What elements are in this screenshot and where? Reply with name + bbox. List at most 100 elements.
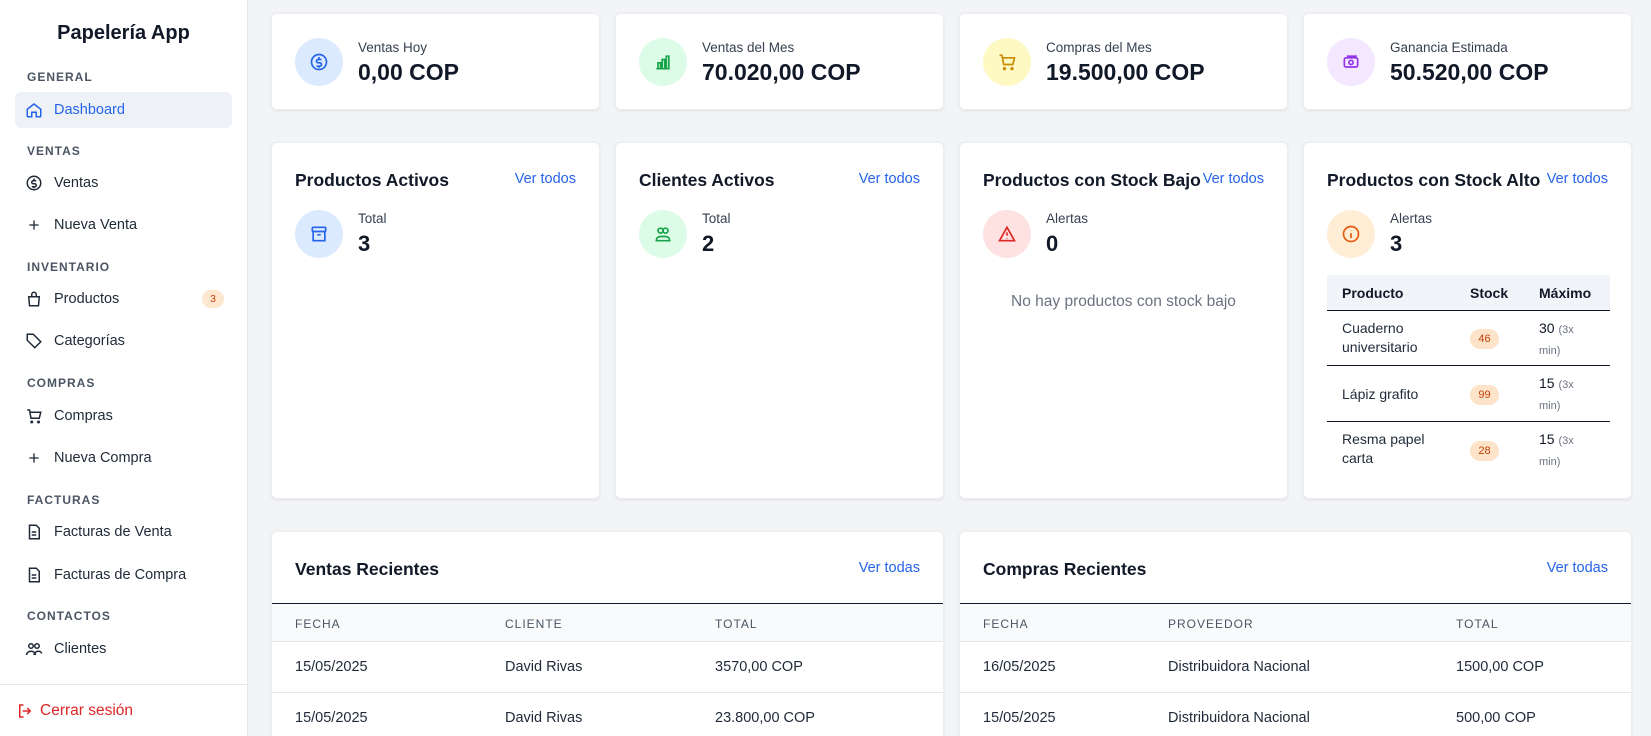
panel-title: Clientes Activos	[639, 170, 775, 190]
cell-cliente: David Rivas	[505, 710, 583, 726]
panel-title: Productos con Stock Bajo	[983, 170, 1201, 190]
table-row: Cuaderno universitario 46 30 (3x min)	[1327, 311, 1610, 366]
panel-value: 3	[358, 231, 371, 256]
panel-value: 0	[1046, 231, 1059, 256]
header-total: TOTAL	[1456, 617, 1499, 631]
product-name: Lápiz grafito	[1342, 386, 1419, 402]
sidebar-item-label: Compras	[54, 408, 113, 424]
stat-card-ventas-hoy: Ventas Hoy 0,00 COP	[271, 13, 600, 110]
cell-fecha: 15/05/2025	[295, 659, 368, 675]
stat-label: Compras del Mes	[1046, 40, 1152, 55]
sidebar-item-label: Categorías	[54, 333, 125, 349]
panel-label: Total	[702, 211, 731, 226]
table-row[interactable]: 16/05/2025 Distribuidora Nacional 1500,0…	[960, 643, 1631, 693]
cart-icon	[25, 407, 43, 425]
stat-label: Ventas del Mes	[702, 40, 795, 55]
sidebar: Papelería App GENERAL Dashboard VENTAS V…	[0, 0, 248, 736]
ver-todas-compras-link[interactable]: Ver todas	[1547, 560, 1608, 576]
product-name: Cuaderno universitario	[1342, 320, 1418, 355]
header-cliente: CLIENTE	[505, 617, 563, 631]
table-row[interactable]: 15/05/2025 David Rivas 3570,00 COP	[272, 643, 943, 693]
stat-value: 19.500,00 COP	[1046, 59, 1205, 85]
header-maximo: Máximo	[1539, 285, 1592, 301]
sidebar-item-nueva-venta[interactable]: Nueva Venta	[15, 207, 232, 243]
logout-button[interactable]: Cerrar sesión	[16, 702, 133, 720]
section-label-contactos: CONTACTOS	[27, 609, 111, 623]
sidebar-divider	[0, 684, 248, 685]
panel-value: 3	[1390, 231, 1403, 256]
panel-title: Productos Activos	[295, 170, 449, 190]
stat-card-ganancia: Ganancia Estimada 50.520,00 COP	[1303, 13, 1632, 110]
max-value: 30 (3x min)	[1539, 320, 1574, 357]
header-total: TOTAL	[715, 617, 758, 631]
users-icon	[25, 640, 43, 658]
compras-table-header: FECHA PROVEEDOR TOTAL	[960, 603, 1631, 642]
section-label-compras: COMPRAS	[27, 376, 96, 390]
ver-todos-productos-link[interactable]: Ver todos	[515, 171, 576, 187]
bag-icon	[25, 290, 43, 308]
ventas-recientes-title: Ventas Recientes	[295, 559, 439, 579]
sidebar-item-dashboard[interactable]: Dashboard	[15, 92, 232, 128]
product-name: Resma papel carta	[1342, 431, 1425, 466]
panel-label: Alertas	[1046, 211, 1089, 226]
ver-todas-ventas-link[interactable]: Ver todas	[859, 560, 920, 576]
logout-label: Cerrar sesión	[40, 702, 134, 719]
sidebar-item-label: Facturas de Venta	[54, 524, 172, 540]
panel-stock-alto: Productos con Stock Alto Ver todos Alert…	[1303, 142, 1632, 499]
table-row[interactable]: 15/05/2025 David Rivas 23.800,00 COP	[272, 694, 943, 736]
stock-badge: 46	[1470, 329, 1499, 349]
panel-label: Total	[358, 211, 387, 226]
cell-proveedor: Distribuidora Nacional	[1168, 659, 1310, 675]
sidebar-item-clientes[interactable]: Clientes	[15, 631, 232, 667]
cart-icon	[983, 38, 1031, 86]
compras-recientes-title: Compras Recientes	[983, 559, 1147, 579]
stat-label: Ganancia Estimada	[1390, 40, 1508, 55]
cell-fecha: 15/05/2025	[295, 710, 368, 726]
cell-cliente: David Rivas	[505, 659, 583, 675]
stat-value: 70.020,00 COP	[702, 59, 861, 85]
plus-icon	[25, 449, 43, 467]
sidebar-item-label: Productos	[54, 291, 120, 307]
archive-icon	[295, 210, 343, 258]
productos-count-badge: 3	[202, 290, 224, 308]
section-label-general: GENERAL	[27, 70, 93, 84]
sidebar-item-facturas-compra[interactable]: Facturas de Compra	[15, 557, 232, 593]
panel-label: Alertas	[1390, 211, 1433, 226]
stat-card-ventas-mes: Ventas del Mes 70.020,00 COP	[615, 13, 944, 110]
empty-message: No hay productos con stock bajo	[1011, 293, 1236, 310]
table-row[interactable]: 15/05/2025 Distribuidora Nacional 500,00…	[960, 694, 1631, 736]
cell-proveedor: Distribuidora Nacional	[1168, 710, 1310, 726]
panel-clientes-activos: Clientes Activos Ver todos Total 2	[615, 142, 944, 499]
panel-title: Productos con Stock Alto	[1327, 170, 1541, 190]
section-label-inventario: INVENTARIO	[27, 260, 111, 274]
ver-todos-clientes-link[interactable]: Ver todos	[859, 171, 920, 187]
cell-total: 500,00 COP	[1456, 710, 1536, 726]
cell-fecha: 16/05/2025	[983, 659, 1056, 675]
sidebar-item-categorias[interactable]: Categorías	[15, 323, 232, 359]
sidebar-item-productos[interactable]: Productos 3	[15, 281, 232, 317]
header-fecha: FECHA	[983, 617, 1029, 631]
sidebar-item-facturas-venta[interactable]: Facturas de Venta	[15, 514, 232, 550]
document-icon	[25, 566, 43, 584]
stock-badge: 28	[1470, 441, 1499, 461]
sidebar-item-label: Clientes	[54, 641, 107, 657]
sidebar-item-label: Nueva Compra	[54, 450, 152, 466]
sidebar-item-ventas[interactable]: Ventas	[15, 165, 232, 201]
ver-todos-stock-alto-link[interactable]: Ver todos	[1547, 171, 1608, 187]
stat-value: 50.520,00 COP	[1390, 59, 1549, 85]
cell-total: 1500,00 COP	[1456, 659, 1544, 675]
sidebar-item-label: Dashboard	[54, 102, 125, 118]
panel-value: 2	[702, 231, 715, 256]
ver-todos-stock-bajo-link[interactable]: Ver todos	[1203, 171, 1264, 187]
header-stock: Stock	[1470, 285, 1509, 301]
sidebar-item-nueva-compra[interactable]: Nueva Compra	[15, 440, 232, 476]
panel-stock-bajo: Productos con Stock Bajo Ver todos Alert…	[959, 142, 1288, 499]
dollar-circle-icon	[25, 174, 43, 192]
logout-icon	[16, 702, 34, 720]
header-proveedor: PROVEEDOR	[1168, 617, 1254, 631]
cell-total: 3570,00 COP	[715, 659, 803, 675]
panel-productos-activos: Productos Activos Ver todos Total 3	[271, 142, 600, 499]
app-title: Papelería App	[57, 22, 190, 44]
users-icon	[639, 210, 687, 258]
sidebar-item-compras[interactable]: Compras	[15, 398, 232, 434]
